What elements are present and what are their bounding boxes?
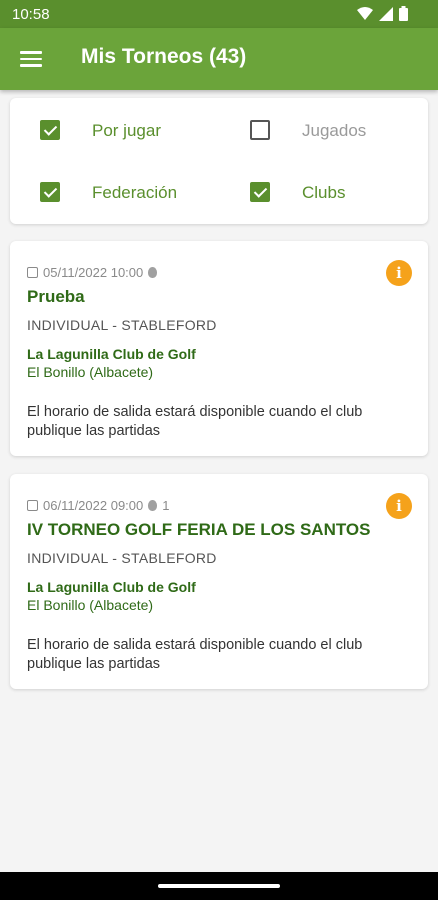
tournament-datetime: 06/11/2022 09:00 xyxy=(43,498,144,513)
tournament-meta: 05/11/2022 10:00 xyxy=(27,265,158,280)
status-bar: 10:58 xyxy=(0,0,438,28)
checkbox-clubs[interactable] xyxy=(250,182,270,202)
signal-icon xyxy=(379,6,393,21)
tournament-club: La Lagunilla Club de Golf xyxy=(27,346,196,362)
wifi-icon xyxy=(357,6,373,20)
filter-label: Federación xyxy=(92,183,178,202)
tournament-notice: El horario de salida estará disponible c… xyxy=(27,404,363,439)
tournament-modality: INDIVIDUAL - STABLEFORD xyxy=(27,550,217,566)
page-title: Mis Torneos (43) xyxy=(81,45,247,68)
battery-icon xyxy=(399,6,408,21)
tournament-card[interactable]: 05/11/2022 10:00 Prueba INDIVIDUAL - STA… xyxy=(10,241,428,456)
filter-jugados[interactable]: Jugados xyxy=(250,120,366,140)
tournament-club: La Lagunilla Club de Golf xyxy=(27,579,196,595)
filter-label: Clubs xyxy=(302,183,346,202)
system-nav-bar xyxy=(0,872,438,900)
golf-player-icon xyxy=(148,267,158,278)
status-icons xyxy=(357,6,408,21)
filter-por-jugar[interactable]: Por jugar xyxy=(40,120,161,140)
status-time: 10:58 xyxy=(12,6,50,23)
checkbox-federacion[interactable] xyxy=(40,182,60,202)
filter-label: Jugados xyxy=(302,121,367,140)
tournament-location: El Bonillo (Albacete) xyxy=(27,364,154,380)
tournament-name: IV TORNEO GOLF FERIA DE LOS SANTOS xyxy=(27,520,371,539)
checkbox-por-jugar[interactable] xyxy=(40,120,60,140)
filter-federacion[interactable]: Federación xyxy=(40,182,177,202)
info-icon[interactable]: i xyxy=(386,493,412,519)
tournament-card[interactable]: 06/11/2022 09:00 1 IV TORNEO GOLF FERIA … xyxy=(10,474,428,689)
golf-player-icon xyxy=(148,500,158,511)
filter-clubs[interactable]: Clubs xyxy=(250,182,345,202)
tournament-location: El Bonillo (Albacete) xyxy=(27,597,154,613)
calendar-icon xyxy=(27,267,38,278)
calendar-icon xyxy=(27,500,38,511)
filter-label: Por jugar xyxy=(92,121,161,140)
tournament-datetime: 05/11/2022 10:00 xyxy=(43,265,144,280)
filter-card: Por jugar Jugados Federación Clubs xyxy=(10,98,428,224)
menu-icon[interactable] xyxy=(20,47,44,71)
tournament-name: Prueba xyxy=(27,287,85,306)
home-handle[interactable] xyxy=(158,884,280,888)
checkbox-jugados[interactable] xyxy=(250,120,270,140)
info-icon[interactable]: i xyxy=(386,260,412,286)
app-bar: Mis Torneos (43) xyxy=(0,28,438,90)
tournament-notice: El horario de salida estará disponible c… xyxy=(27,637,363,672)
tournament-modality: INDIVIDUAL - STABLEFORD xyxy=(27,317,217,333)
tournament-player-count: 1 xyxy=(162,498,170,513)
tournament-meta: 06/11/2022 09:00 1 xyxy=(27,498,169,513)
